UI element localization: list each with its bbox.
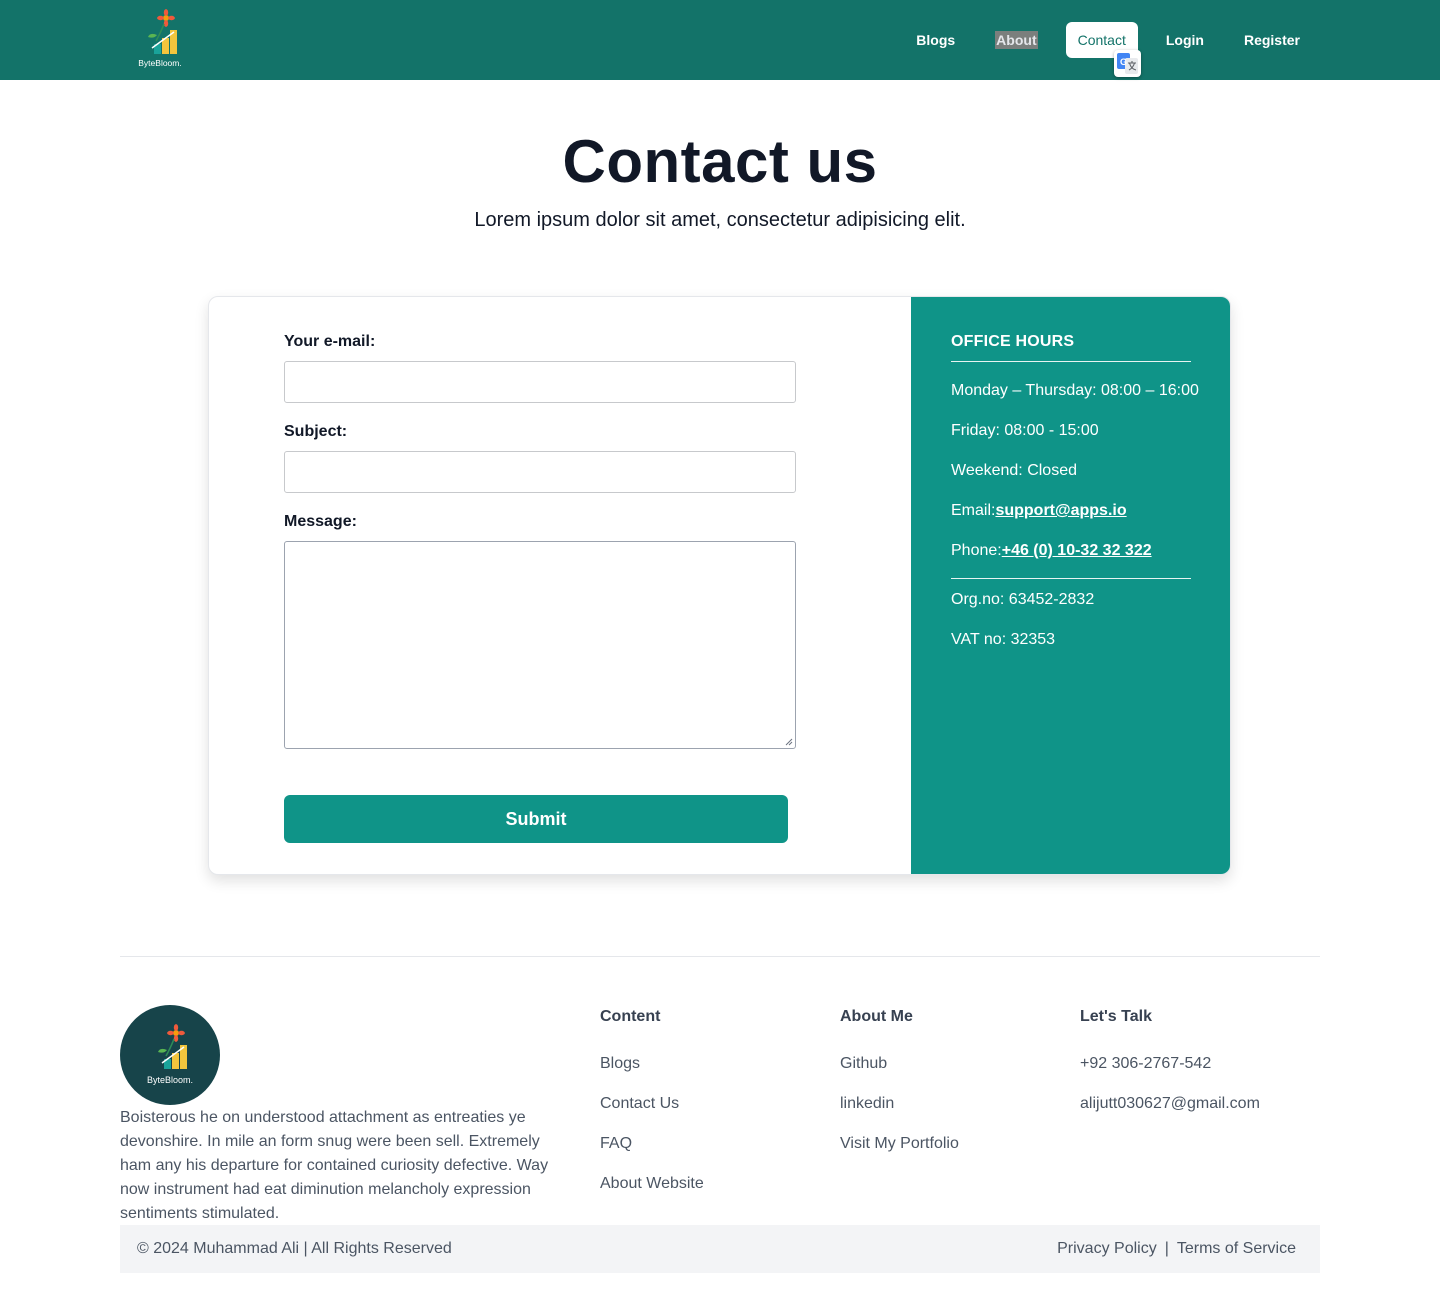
footer-link-github[interactable]: Github xyxy=(840,1054,959,1074)
resize-handle-icon[interactable] xyxy=(785,738,793,746)
nav-link-register[interactable]: Register xyxy=(1232,22,1312,58)
office-phone-link[interactable]: +46 (0) 10-32 32 322 xyxy=(1002,542,1152,559)
main-nav: Blogs About Contact Login Register xyxy=(888,22,1312,58)
footer-logo-text: ByteBloom. xyxy=(147,1075,193,1085)
footer-about-title: About Me xyxy=(840,1008,913,1025)
nav-logo-text: ByteBloom. xyxy=(138,58,181,68)
footer-divider xyxy=(120,956,1320,957)
footer-link-blogs[interactable]: Blogs xyxy=(600,1054,704,1074)
google-translate-icon[interactable]: G xyxy=(1114,50,1141,77)
office-email-prefix: Email: xyxy=(951,502,996,519)
footer-talk-title: Let's Talk xyxy=(1080,1008,1152,1025)
nav-link-about[interactable]: About xyxy=(983,22,1049,58)
footer-link-about-website[interactable]: About Website xyxy=(600,1174,704,1194)
subject-label: Subject: xyxy=(284,423,348,440)
submit-button[interactable]: Submit xyxy=(284,795,788,843)
hours-weekend: Weekend: Closed xyxy=(951,462,1077,479)
message-textarea[interactable] xyxy=(284,541,796,749)
terms-of-service-link[interactable]: Terms of Service xyxy=(1177,1240,1296,1257)
office-phone: Phone:+46 (0) 10-32 32 322 xyxy=(951,541,1152,561)
page-title: Contact us xyxy=(562,128,878,195)
footer-email-link[interactable]: alijutt030627@gmail.com xyxy=(1080,1094,1260,1114)
footer-logo[interactable]: ByteBloom. xyxy=(120,1005,220,1105)
office-hours-title: OFFICE HOURS xyxy=(951,333,1075,350)
footer-bottom-bar: © 2024 Muhammad Ali | All Rights Reserve… xyxy=(120,1225,1320,1273)
subject-field[interactable] xyxy=(284,451,796,493)
nav-link-about-label: About xyxy=(995,31,1038,49)
hours-weekdays: Monday – Thursday: 08:00 – 16:00 xyxy=(951,382,1199,399)
bytebloom-logo[interactable]: ByteBloom. xyxy=(130,8,190,72)
footer-link-contact-us[interactable]: Contact Us xyxy=(600,1094,704,1114)
footer-content-title: Content xyxy=(600,1008,661,1025)
hours-friday: Friday: 08:00 - 15:00 xyxy=(951,422,1099,439)
nav-link-login[interactable]: Login xyxy=(1154,22,1216,58)
top-navbar: ByteBloom. Blogs About Contact Login Reg… xyxy=(0,0,1440,80)
privacy-policy-link[interactable]: Privacy Policy xyxy=(1057,1240,1157,1257)
page-subtitle: Lorem ipsum dolor sit amet, consectetur … xyxy=(474,209,966,231)
office-email-link[interactable]: support@apps.io xyxy=(995,502,1126,519)
org-number: Org.no: 63452-2832 xyxy=(951,591,1095,608)
legal-links: Privacy Policy | Terms of Service xyxy=(1057,1239,1296,1259)
message-label: Message: xyxy=(284,513,357,530)
email-field[interactable] xyxy=(284,361,796,403)
footer-phone-link[interactable]: +92 306-2767-542 xyxy=(1080,1054,1260,1074)
office-email: Email:support@apps.io xyxy=(951,501,1127,521)
email-label: Your e-mail: xyxy=(284,333,376,350)
office-hours-divider xyxy=(951,361,1191,362)
svg-text:G: G xyxy=(1120,57,1127,67)
contact-card: Your e-mail: Subject: Message: Submit OF… xyxy=(208,296,1231,875)
footer-link-faq[interactable]: FAQ xyxy=(600,1134,704,1154)
footer-content-column: Content Blogs Contact Us FAQ About Websi… xyxy=(600,1006,704,1214)
footer-link-linkedin[interactable]: linkedin xyxy=(840,1094,959,1114)
office-phone-prefix: Phone: xyxy=(951,542,1002,559)
office-hours-panel: OFFICE HOURS Monday – Thursday: 08:00 – … xyxy=(911,297,1230,874)
legal-separator: | xyxy=(1164,1240,1169,1257)
footer-link-portfolio[interactable]: Visit My Portfolio xyxy=(840,1134,959,1154)
nav-link-blogs[interactable]: Blogs xyxy=(904,22,967,58)
footer-description: Boisterous he on understood attachment a… xyxy=(120,1109,549,1222)
office-info-divider xyxy=(951,578,1191,579)
vat-number: VAT no: 32353 xyxy=(951,631,1056,648)
footer-talk-column: Let's Talk +92 306-2767-542 alijutt03062… xyxy=(1080,1006,1260,1134)
copyright-text: © 2024 Muhammad Ali | All Rights Reserve… xyxy=(137,1240,452,1257)
footer-about-column: About Me Github linkedin Visit My Portfo… xyxy=(840,1006,959,1174)
